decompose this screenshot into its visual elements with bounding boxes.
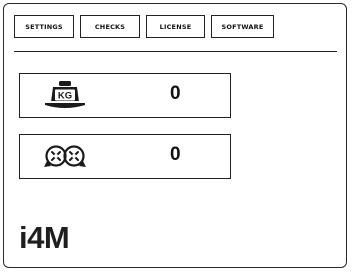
header-divider <box>14 51 337 52</box>
tab-checks[interactable]: CHECKS <box>80 15 140 38</box>
counter-panel: 0 <box>19 134 231 179</box>
counter-value: 0 <box>170 144 181 165</box>
brand-logo: i4M <box>19 220 70 255</box>
tab-software[interactable]: SOFTWARE <box>211 15 274 38</box>
tab-license[interactable]: LICENSE <box>146 15 205 38</box>
weight-unit-label: KG <box>58 91 72 102</box>
weight-scale-icon: KG <box>45 81 85 108</box>
rotation-counter-icon <box>44 145 86 167</box>
weight-value: 0 <box>170 83 181 104</box>
tab-settings[interactable]: SETTINGS <box>14 15 74 38</box>
weight-panel: KG 0 <box>19 73 231 118</box>
tab-bar: SETTINGS CHECKS LICENSE SOFTWARE <box>14 15 274 38</box>
